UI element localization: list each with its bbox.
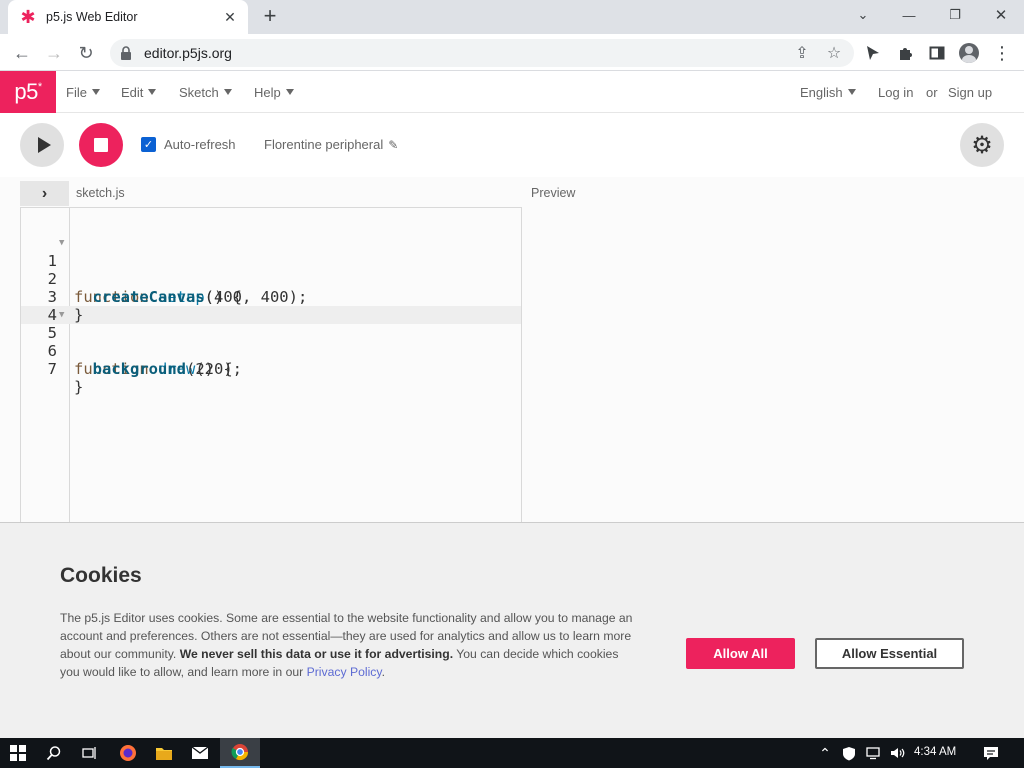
code-line[interactable]: 1 ▼ function setup() {: [21, 234, 521, 306]
login-link[interactable]: Log in: [878, 71, 913, 113]
code-line[interactable]: 3 }: [21, 270, 521, 324]
volume-icon[interactable]: [886, 738, 910, 768]
mail-icon[interactable]: [182, 738, 218, 768]
code-text: }: [74, 378, 84, 396]
auto-refresh-checkbox[interactable]: ✓: [141, 137, 156, 152]
windows-logo-icon: [10, 745, 26, 761]
minimize-button[interactable]: —: [886, 0, 932, 30]
sidebar-toggle-button[interactable]: ›: [20, 181, 69, 206]
auto-refresh-toggle[interactable]: ✓ Auto-refresh: [141, 137, 236, 152]
code-line[interactable]: 5 ▼ function draw() {: [21, 306, 521, 378]
tab-search-icon[interactable]: ⌄: [840, 0, 886, 30]
url-text: editor.p5js.org: [144, 45, 232, 61]
code-line[interactable]: 6 background(220);: [21, 324, 521, 378]
chevron-down-icon: [285, 89, 294, 95]
search-icon[interactable]: [36, 738, 72, 768]
signup-link[interactable]: Sign up: [948, 71, 992, 113]
address-bar[interactable]: editor.p5js.org: [110, 39, 854, 67]
allow-essential-button[interactable]: Allow Essential: [815, 638, 964, 669]
chevron-down-icon: [223, 89, 232, 95]
code-line[interactable]: 4: [21, 288, 521, 324]
allow-all-button[interactable]: Allow All: [686, 638, 795, 669]
cursor-extension-icon[interactable]: [860, 40, 886, 66]
cookie-text-part: .: [381, 665, 385, 679]
code-line[interactable]: 2 createCanvas(400, 400);: [21, 252, 521, 306]
file-explorer-icon[interactable]: [146, 738, 182, 768]
preview-label: Preview: [531, 186, 576, 200]
tab-title: p5.js Web Editor: [46, 10, 138, 24]
privacy-policy-link[interactable]: Privacy Policy: [307, 665, 382, 679]
new-tab-button[interactable]: +: [258, 5, 282, 29]
reload-icon[interactable]: ↻: [73, 40, 99, 66]
or-text: or: [926, 84, 938, 100]
side-panel-icon[interactable]: [924, 40, 950, 66]
p5-logo[interactable]: p5 *: [0, 71, 56, 113]
chevron-down-icon: [847, 89, 856, 95]
stop-icon: [94, 138, 108, 152]
settings-button[interactable]: ⚙: [960, 123, 1004, 167]
play-icon: [37, 137, 51, 153]
language-selector[interactable]: English: [800, 71, 856, 113]
profile-avatar-icon[interactable]: [956, 40, 982, 66]
start-button[interactable]: [0, 738, 36, 768]
close-window-button[interactable]: ✕: [978, 0, 1024, 30]
sketch-toolbar: ✓ Auto-refresh Florentine peripheral ✎ ⚙: [0, 113, 1024, 177]
cookie-banner: Cookies The p5.js Editor uses cookies. S…: [0, 522, 1024, 738]
cookie-text: The p5.js Editor uses cookies. Some are …: [60, 609, 640, 681]
browser-tab-strip: ✱ p5.js Web Editor ✕ + ⌄ — ❐ ✕: [0, 0, 1024, 34]
lock-icon: [120, 46, 134, 60]
code-line[interactable]: 7 }: [21, 342, 521, 396]
notifications-icon[interactable]: [976, 738, 1006, 768]
auto-refresh-label: Auto-refresh: [164, 137, 236, 152]
taskbar-clock[interactable]: 4:34 AM: [914, 746, 956, 758]
editor-workspace: › sketch.js Preview 1 ▼ function setup()…: [0, 177, 1024, 522]
code-editor[interactable]: 1 ▼ function setup() { 2 createCanvas(40…: [20, 207, 522, 522]
p5-favicon-icon: ✱: [20, 7, 36, 27]
chrome-taskbar-icon[interactable]: [220, 738, 260, 768]
back-icon[interactable]: ←: [9, 40, 35, 66]
windows-taskbar: ⌃ 4:34 AM: [0, 738, 1024, 768]
chevron-right-icon: ›: [41, 184, 48, 202]
code-text: (220);: [186, 360, 242, 378]
play-button[interactable]: [20, 123, 64, 167]
menu-edit[interactable]: Edit: [121, 71, 157, 113]
fold-arrow-icon[interactable]: ▼: [59, 306, 64, 324]
p5-nav-bar: p5 * File Edit Sketch Help English Log in…: [0, 71, 1024, 113]
menu-sketch[interactable]: Sketch: [179, 71, 232, 113]
forward-icon[interactable]: →: [41, 40, 67, 66]
restore-button[interactable]: ❐: [932, 0, 978, 30]
gear-icon: ⚙: [971, 131, 993, 159]
browser-toolbar: ← → ↻ editor.p5js.org ⇪ ☆ ⋮: [0, 34, 1024, 71]
task-view-icon[interactable]: [72, 738, 108, 768]
menu-file[interactable]: File: [66, 71, 100, 113]
stop-button[interactable]: [79, 123, 123, 167]
network-icon[interactable]: [862, 738, 886, 768]
share-icon[interactable]: ⇪: [788, 39, 816, 67]
line-number: 7: [47, 360, 57, 378]
menu-help[interactable]: Help: [254, 71, 294, 113]
tab-close-icon[interactable]: ✕: [222, 9, 238, 26]
chevron-down-icon: [91, 89, 100, 95]
sketch-name-text: Florentine peripheral: [264, 137, 384, 152]
file-name: sketch.js: [76, 186, 125, 200]
chevron-down-icon: [148, 89, 157, 95]
sketch-name[interactable]: Florentine peripheral ✎: [264, 137, 398, 152]
extensions-puzzle-icon[interactable]: [893, 40, 919, 66]
cookie-title: Cookies: [60, 564, 142, 587]
function-call: background: [92, 360, 186, 378]
browser-menu-icon[interactable]: ⋮: [989, 40, 1015, 66]
cookie-text-bold: We never sell this data or use it for ad…: [179, 647, 454, 661]
security-shield-icon[interactable]: [836, 738, 862, 768]
bookmark-star-icon[interactable]: ☆: [820, 39, 848, 67]
fold-arrow-icon[interactable]: ▼: [59, 234, 64, 252]
browser-tab[interactable]: ✱ p5.js Web Editor ✕: [8, 0, 248, 34]
firefox-icon[interactable]: [110, 738, 146, 768]
pencil-edit-icon[interactable]: ✎: [388, 138, 398, 152]
